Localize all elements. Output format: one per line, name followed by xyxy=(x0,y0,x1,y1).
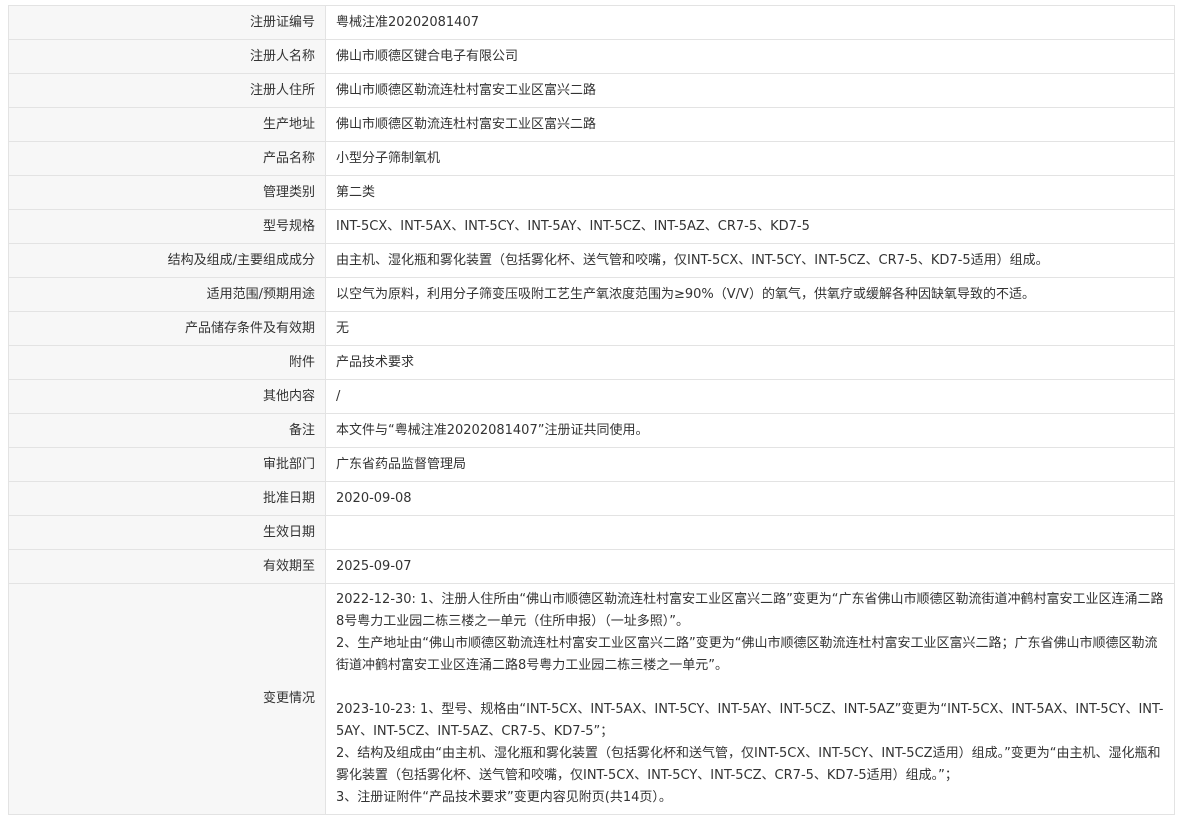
field-label: 生产地址 xyxy=(8,107,326,142)
change-entry-1-item-2: 2、生产地址由“佛山市顺德区勒流连杜村富安工业区富兴二路”变更为“佛山市顺德区勒… xyxy=(336,636,1158,673)
field-value: 广东省药品监督管理局 xyxy=(325,447,1175,482)
row-change-history: 变更情况 2022-12-30: 1、注册人住所由“佛山市顺德区勒流连杜村富安工… xyxy=(8,583,1175,815)
registration-info-table: 注册证编号 粤械注准20202081407 注册人名称 佛山市顺德区键合电子有限… xyxy=(8,5,1175,815)
field-label: 管理类别 xyxy=(8,175,326,210)
row-valid-until: 有效期至 2025-09-07 xyxy=(8,549,1175,584)
field-label: 适用范围/预期用途 xyxy=(8,277,326,312)
change-history-value: 2022-12-30: 1、注册人住所由“佛山市顺德区勒流连杜村富安工业区富兴二… xyxy=(325,583,1175,815)
field-value: 以空气为原料，利用分子筛变压吸附工艺生产氧浓度范围为≥90%（V/V）的氧气，供… xyxy=(325,277,1175,312)
field-label: 产品储存条件及有效期 xyxy=(8,311,326,346)
row-storage-validity: 产品储存条件及有效期 无 xyxy=(8,311,1175,346)
field-value: 第二类 xyxy=(325,175,1175,210)
field-value: 产品技术要求 xyxy=(325,345,1175,380)
field-label: 备注 xyxy=(8,413,326,448)
field-value: / xyxy=(325,379,1175,414)
row-other-content: 其他内容 / xyxy=(8,379,1175,414)
row-model-spec: 型号规格 INT-5CX、INT-5AX、INT-5CY、INT-5AY、INT… xyxy=(8,209,1175,244)
row-intended-use: 适用范围/预期用途 以空气为原料，利用分子筛变压吸附工艺生产氧浓度范围为≥90%… xyxy=(8,277,1175,312)
row-approval-department: 审批部门 广东省药品监督管理局 xyxy=(8,447,1175,482)
row-effective-date: 生效日期 xyxy=(8,515,1175,550)
field-label: 注册证编号 xyxy=(8,5,326,40)
field-value: 由主机、湿化瓶和雾化装置（包括雾化杯、送气管和咬嘴，仅INT-5CX、INT-5… xyxy=(325,243,1175,278)
field-value: 佛山市顺德区勒流连杜村富安工业区富兴二路 xyxy=(325,73,1175,108)
field-label: 变更情况 xyxy=(8,583,326,815)
field-value: 2020-09-08 xyxy=(325,481,1175,516)
field-value: 佛山市顺德区勒流连杜村富安工业区富兴二路 xyxy=(325,107,1175,142)
field-value: 粤械注准20202081407 xyxy=(325,5,1175,40)
row-structure-composition: 结构及组成/主要组成成分 由主机、湿化瓶和雾化装置（包括雾化杯、送气管和咬嘴，仅… xyxy=(8,243,1175,278)
field-label: 其他内容 xyxy=(8,379,326,414)
field-value: INT-5CX、INT-5AX、INT-5CY、INT-5AY、INT-5CZ、… xyxy=(325,209,1175,244)
field-label: 产品名称 xyxy=(8,141,326,176)
field-value: 2025-09-07 xyxy=(325,549,1175,584)
row-registrant-name: 注册人名称 佛山市顺德区键合电子有限公司 xyxy=(8,39,1175,74)
row-registrant-address: 注册人住所 佛山市顺德区勒流连杜村富安工业区富兴二路 xyxy=(8,73,1175,108)
change-entry-2-item-1: 2023-10-23: 1、型号、规格由“INT-5CX、INT-5AX、INT… xyxy=(336,702,1164,739)
field-value: 佛山市顺德区键合电子有限公司 xyxy=(325,39,1175,74)
field-value: 无 xyxy=(325,311,1175,346)
field-label: 生效日期 xyxy=(8,515,326,550)
field-label: 结构及组成/主要组成成分 xyxy=(8,243,326,278)
change-entry-2-item-2: 2、结构及组成由“由主机、湿化瓶和雾化装置（包括雾化杯和送气管，仅INT-5CX… xyxy=(336,746,1161,783)
field-label: 批准日期 xyxy=(8,481,326,516)
field-label: 型号规格 xyxy=(8,209,326,244)
field-value: 小型分子筛制氧机 xyxy=(325,141,1175,176)
change-entry-1-item-1: 2022-12-30: 1、注册人住所由“佛山市顺德区勒流连杜村富安工业区富兴二… xyxy=(336,592,1164,629)
field-value xyxy=(325,515,1175,550)
info-table-body: 注册证编号 粤械注准20202081407 注册人名称 佛山市顺德区键合电子有限… xyxy=(8,5,1175,815)
row-remarks: 备注 本文件与“粤械注准20202081407”注册证共同使用。 xyxy=(8,413,1175,448)
row-management-category: 管理类别 第二类 xyxy=(8,175,1175,210)
row-registration-number: 注册证编号 粤械注准20202081407 xyxy=(8,5,1175,40)
field-label: 注册人名称 xyxy=(8,39,326,74)
field-label: 有效期至 xyxy=(8,549,326,584)
change-entry-2-item-3: 3、注册证附件“产品技术要求”变更内容见附页(共14页）。 xyxy=(336,790,672,805)
registration-info-panel: 注册证编号 粤械注准20202081407 注册人名称 佛山市顺德区键合电子有限… xyxy=(8,5,1175,815)
change-entry-separator xyxy=(336,677,1164,699)
field-label: 附件 xyxy=(8,345,326,380)
field-label: 注册人住所 xyxy=(8,73,326,108)
row-product-name: 产品名称 小型分子筛制氧机 xyxy=(8,141,1175,176)
row-approval-date: 批准日期 2020-09-08 xyxy=(8,481,1175,516)
field-value: 本文件与“粤械注准20202081407”注册证共同使用。 xyxy=(325,413,1175,448)
field-label: 审批部门 xyxy=(8,447,326,482)
row-attachment: 附件 产品技术要求 xyxy=(8,345,1175,380)
row-production-address: 生产地址 佛山市顺德区勒流连杜村富安工业区富兴二路 xyxy=(8,107,1175,142)
